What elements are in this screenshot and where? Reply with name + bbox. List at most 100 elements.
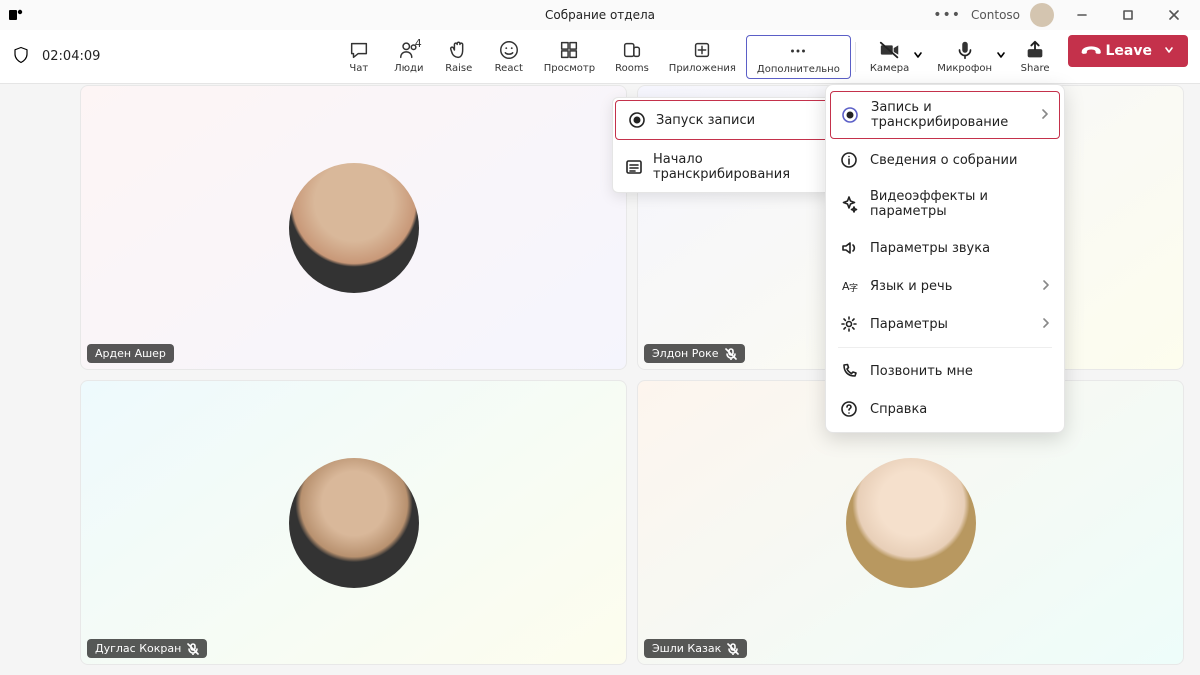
- start-recording-label: Запуск записи: [656, 113, 755, 128]
- participant-name: Дуглас Кокран: [95, 642, 181, 655]
- settings-item[interactable]: Параметры: [826, 305, 1064, 343]
- participant-tile[interactable]: Арден Ашер: [80, 85, 627, 370]
- leave-button[interactable]: Leave: [1068, 35, 1188, 67]
- apps-label: Приложения: [669, 63, 736, 74]
- more-button[interactable]: Дополнительно: [746, 35, 851, 79]
- sparkle-icon: [840, 195, 858, 213]
- camera-button[interactable]: Камера: [860, 35, 919, 79]
- meeting-info-label: Сведения о собрании: [870, 153, 1017, 168]
- share-icon: [1024, 39, 1046, 61]
- more-menu-dropdown: Запись и транскрибирование Сведения о со…: [825, 84, 1065, 433]
- svg-text:字: 字: [849, 282, 858, 294]
- share-label: Share: [1021, 63, 1050, 74]
- share-button[interactable]: Share: [1010, 35, 1060, 79]
- help-label: Справка: [870, 402, 927, 417]
- chevron-right-icon: [1041, 108, 1049, 123]
- audio-settings-label: Параметры звука: [870, 241, 990, 256]
- people-button[interactable]: 4 Люди: [384, 35, 434, 79]
- teams-logo-icon: [8, 7, 24, 23]
- name-tag: Элдон Роке: [644, 344, 745, 363]
- react-button[interactable]: React: [484, 35, 534, 79]
- menu-divider: [838, 347, 1052, 348]
- video-effects-item[interactable]: Видеоэффекты и параметры: [826, 179, 1064, 229]
- start-transcription-item[interactable]: Начало транскрибирования: [613, 142, 831, 192]
- meeting-title: Собрание отдела: [545, 8, 655, 22]
- chevron-right-icon: [1042, 279, 1050, 294]
- mic-muted-icon: [727, 643, 739, 655]
- language-speech-label: Язык и речь: [870, 279, 952, 294]
- record-icon: [841, 106, 859, 124]
- user-avatar[interactable]: [1030, 3, 1054, 27]
- more-label: Дополнительно: [757, 64, 840, 75]
- people-count: 4: [415, 37, 422, 50]
- settings-label: Параметры: [870, 317, 948, 332]
- help-item[interactable]: Справка: [826, 390, 1064, 428]
- start-recording-item[interactable]: Запуск записи: [615, 100, 829, 140]
- participant-name: Элдон Роке: [652, 347, 719, 360]
- view-label: Просмотр: [544, 63, 595, 74]
- rooms-icon: [621, 39, 643, 61]
- avatar: [289, 458, 419, 588]
- language-speech-item[interactable]: A字 Язык и речь: [826, 267, 1064, 305]
- chevron-down-icon: [1164, 43, 1174, 59]
- meeting-timer: 02:04:09: [42, 49, 100, 64]
- minimize-button[interactable]: [1064, 0, 1100, 30]
- title-more-icon[interactable]: •••: [933, 7, 961, 23]
- transcript-icon: [625, 158, 643, 176]
- mic-icon: [954, 39, 976, 61]
- chevron-right-icon: [1042, 317, 1050, 332]
- mic-muted-icon: [725, 348, 737, 360]
- audio-settings-item[interactable]: Параметры звука: [826, 229, 1064, 267]
- call-me-label: Позвонить мне: [870, 364, 973, 379]
- participant-tile[interactable]: Дуглас Кокран: [80, 380, 627, 665]
- rooms-button[interactable]: Rooms: [605, 35, 659, 79]
- record-icon: [628, 111, 646, 129]
- phone-icon: [840, 362, 858, 380]
- divider: [855, 42, 856, 72]
- language-icon: A字: [840, 277, 858, 295]
- name-tag: Арден Ашер: [87, 344, 174, 363]
- participant-name: Арден Ашер: [95, 347, 166, 360]
- gear-icon: [840, 315, 858, 333]
- maximize-button[interactable]: [1110, 0, 1146, 30]
- view-button[interactable]: Просмотр: [534, 35, 605, 79]
- people-label: Люди: [394, 63, 423, 74]
- recording-submenu: Запуск записи Начало транскрибирования: [612, 97, 832, 193]
- more-icon: [787, 40, 809, 62]
- start-transcription-label: Начало транскрибирования: [653, 152, 819, 182]
- chat-icon: [348, 39, 370, 61]
- info-icon: [840, 151, 858, 169]
- participant-name: Эшли Казак: [652, 642, 721, 655]
- name-tag: Эшли Казак: [644, 639, 747, 658]
- chat-button[interactable]: Чат: [334, 35, 384, 79]
- react-label: React: [495, 63, 523, 74]
- leave-label: Leave: [1106, 43, 1152, 59]
- avatar: [846, 458, 976, 588]
- video-effects-label: Видеоэффекты и параметры: [870, 189, 1050, 219]
- mic-button[interactable]: Микрофон: [927, 35, 1002, 79]
- hand-icon: [448, 39, 470, 61]
- call-me-item[interactable]: Позвонить мне: [826, 352, 1064, 390]
- record-transcribe-label: Запись и транскрибирование: [871, 100, 1029, 130]
- name-tag: Дуглас Кокран: [87, 639, 207, 658]
- shield-icon[interactable]: [12, 46, 30, 68]
- record-transcribe-item[interactable]: Запись и транскрибирование: [830, 91, 1060, 139]
- help-icon: [840, 400, 858, 418]
- raise-hand-button[interactable]: Raise: [434, 35, 484, 79]
- grid-icon: [558, 39, 580, 61]
- avatar: [289, 163, 419, 293]
- apps-button[interactable]: Приложения: [659, 35, 746, 79]
- camera-label: Камера: [870, 63, 909, 74]
- apps-icon: [691, 39, 713, 61]
- mic-label: Микрофон: [937, 63, 992, 74]
- close-window-button[interactable]: [1156, 0, 1192, 30]
- meeting-info-item[interactable]: Сведения о собрании: [826, 141, 1064, 179]
- camera-off-icon: [879, 39, 901, 61]
- chat-label: Чат: [349, 63, 368, 74]
- speaker-icon: [840, 239, 858, 257]
- title-bar: Собрание отдела ••• Contoso: [0, 0, 1200, 30]
- org-name: Contoso: [971, 8, 1020, 22]
- emoji-icon: [498, 39, 520, 61]
- raise-label: Raise: [445, 63, 472, 74]
- meeting-toolbar: 02:04:09 Чат 4 Люди Raise React Просмотр…: [0, 30, 1200, 84]
